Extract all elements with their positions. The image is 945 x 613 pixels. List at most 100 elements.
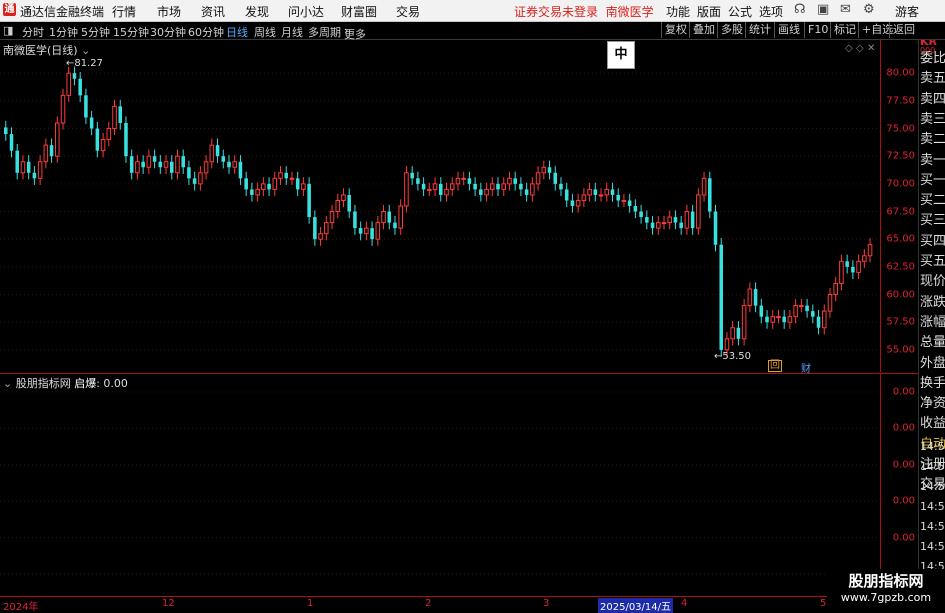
login-notice[interactable]: 证券交易未登录 南微医学 [514, 3, 654, 20]
skin-icon[interactable]: ▣ [817, 2, 829, 17]
period-multi[interactable]: 多周期 [308, 24, 341, 40]
candle-body [43, 144, 49, 163]
candle-body [467, 178, 472, 184]
candle-body [32, 172, 37, 179]
candle [106, 121, 112, 147]
mail-icon[interactable]: ✉ [840, 2, 851, 17]
candle-body [118, 106, 123, 123]
period-monthly[interactable]: 月线 [281, 24, 303, 40]
settings-icon[interactable]: ⚙ [863, 2, 875, 17]
candle-body [633, 206, 638, 212]
diamond-icon[interactable]: ◇ ◇ [845, 43, 864, 54]
period-60min[interactable]: 60分钟 [188, 24, 224, 40]
candle-body [250, 189, 254, 195]
candle-body [581, 194, 587, 201]
candle-body [541, 166, 547, 174]
period-5min[interactable]: 5分钟 [81, 24, 110, 40]
app-logo-icon: 通 [3, 3, 16, 16]
candle [163, 155, 169, 174]
candle [439, 177, 443, 202]
close-chart-icon[interactable]: ✕ [867, 43, 875, 54]
toolbar-toggle-icon[interactable]: ◨ [3, 24, 13, 37]
candle [370, 221, 374, 246]
candle [295, 171, 300, 197]
candle [387, 204, 392, 230]
candle [43, 138, 49, 169]
candle [547, 160, 552, 180]
candle-body [393, 222, 397, 229]
candle [862, 249, 867, 268]
menu-function[interactable]: 功能 [666, 3, 690, 20]
candle-body [192, 178, 197, 184]
indicator-title[interactable]: ⌄ 股朋指标网 启爆: 0.00 [3, 375, 128, 391]
period-weekly[interactable]: 周线 [254, 24, 276, 40]
candle-body [432, 183, 438, 190]
draw-button[interactable]: 画线 [774, 22, 803, 38]
adjust-button[interactable]: 复权 [661, 22, 690, 38]
sidebar-field-label: 换手 [920, 375, 945, 391]
candle [72, 66, 77, 86]
back-button[interactable]: 返回 [889, 22, 918, 38]
chart-title[interactable]: 南微医学(日线) ⌄ [3, 42, 90, 58]
guest-label[interactable]: 游客 [895, 3, 919, 20]
menu-market[interactable]: 市场 [157, 3, 181, 20]
period-1min[interactable]: 1分钟 [49, 24, 78, 40]
candle [661, 215, 667, 230]
sidebar-field-label: 涨幅 [920, 314, 945, 330]
sidebar-field-label: 涨跌 [920, 294, 945, 310]
menu-layout[interactable]: 版面 [697, 3, 721, 20]
candle-body [284, 172, 289, 179]
menu-formula[interactable]: 公式 [728, 3, 752, 20]
multi-stock-button[interactable]: 多股 [717, 22, 746, 38]
period-daily[interactable]: 日线 [226, 24, 248, 40]
menu-news[interactable]: 资讯 [201, 3, 225, 20]
candle-body [627, 200, 632, 206]
menu-quotes[interactable]: 行情 [112, 3, 136, 20]
candle [524, 182, 529, 202]
indicator-menu-icon[interactable]: ⌄ [3, 377, 12, 390]
candle-body [776, 316, 781, 319]
period-more[interactable]: 更多 › [344, 24, 366, 41]
menu-ask[interactable]: 问小达 [288, 3, 324, 20]
mark-button[interactable]: 标记 [830, 22, 859, 38]
indicator-axis: 0.000.000.000.000.000.00 [880, 373, 919, 596]
candle-body [129, 156, 134, 173]
menu-discover[interactable]: 发现 [245, 3, 269, 20]
candle-body [169, 161, 174, 173]
indicator-panel[interactable] [0, 373, 880, 596]
stats-button[interactable]: 统计 [745, 22, 774, 38]
menu-trade[interactable]: 交易 [396, 3, 420, 20]
float-zhong-button[interactable]: 中 [607, 41, 635, 69]
f10-button[interactable]: F10 [804, 22, 831, 38]
candle-body [72, 73, 77, 79]
menu-wealth[interactable]: 财富圈 [341, 3, 377, 20]
headset-icon[interactable]: ☊ [794, 2, 806, 17]
candle [805, 298, 809, 318]
candle [736, 321, 741, 346]
candle-body [227, 161, 231, 168]
candle [410, 166, 414, 185]
candle-body [267, 183, 271, 190]
period-tick[interactable]: 分时 [22, 24, 44, 40]
candle [244, 171, 248, 197]
cursor-date-label: 2025/03/14/五 [598, 598, 674, 613]
candle-body [295, 178, 300, 190]
sidebar-field-label: 卖二 [920, 132, 945, 148]
candle-body [684, 211, 690, 229]
candle [839, 254, 844, 291]
sidebar-field-label: 卖一 [920, 152, 945, 168]
sidebar-field-label: 卖五 [920, 71, 945, 87]
candle [787, 310, 793, 329]
menu-options[interactable]: 选项 [759, 3, 783, 20]
overlay-button[interactable]: 叠加 [689, 22, 718, 38]
candle [713, 204, 718, 252]
event-tag-hui[interactable]: 回 [768, 360, 782, 372]
candlestick-chart[interactable] [0, 40, 880, 372]
date-label: 12 [162, 598, 175, 609]
candle-body [461, 177, 466, 180]
date-axis: 2024年 12 1 2 3 2025/03/14/五 4 5 [0, 596, 918, 613]
period-30min[interactable]: 30分钟 [150, 24, 186, 40]
period-15min[interactable]: 15分钟 [113, 24, 149, 40]
candle-body [358, 228, 363, 234]
candle [575, 193, 581, 213]
